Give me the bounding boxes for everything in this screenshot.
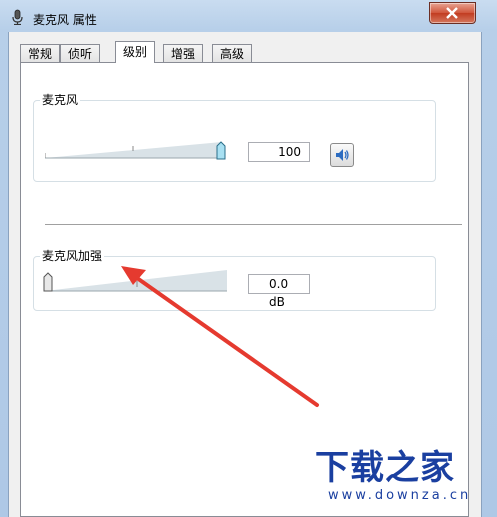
watermark-logo: 下载之家 bbox=[315, 448, 455, 488]
title-bar[interactable]: 麦克风 属性 bbox=[0, 0, 497, 32]
tab-advanced[interactable]: 高级 bbox=[212, 44, 253, 62]
tab-levels[interactable]: 级别 bbox=[115, 41, 156, 63]
microphone-boost-slider[interactable] bbox=[41, 265, 241, 295]
boost-slider-thumb[interactable] bbox=[43, 272, 53, 292]
tab-enhancements[interactable]: 增强 bbox=[163, 44, 204, 62]
watermark-url: www.downza.cn bbox=[328, 488, 472, 503]
microphone-slider-thumb[interactable] bbox=[216, 141, 226, 160]
tab-general[interactable]: 常规 bbox=[20, 44, 61, 62]
close-button[interactable] bbox=[429, 2, 476, 24]
microphone-icon bbox=[10, 9, 24, 26]
microphone-boost-value[interactable]: 0.0 dB bbox=[248, 274, 310, 309]
microphone-label: 麦克风 bbox=[40, 93, 81, 107]
watermark: 下载之家 www.downza.cn bbox=[300, 440, 490, 515]
window-title: 麦克风 属性 bbox=[33, 13, 97, 27]
microphone-level-value[interactable]: 100 bbox=[248, 142, 310, 162]
mute-toggle-button[interactable] bbox=[330, 143, 354, 167]
separator bbox=[45, 224, 462, 226]
microphone-boost-label: 麦克风加强 bbox=[40, 249, 105, 263]
close-icon bbox=[446, 7, 458, 19]
tab-listen[interactable]: 侦听 bbox=[60, 44, 101, 62]
microphone-level-slider[interactable] bbox=[45, 132, 235, 162]
speaker-volume-icon bbox=[336, 149, 349, 161]
